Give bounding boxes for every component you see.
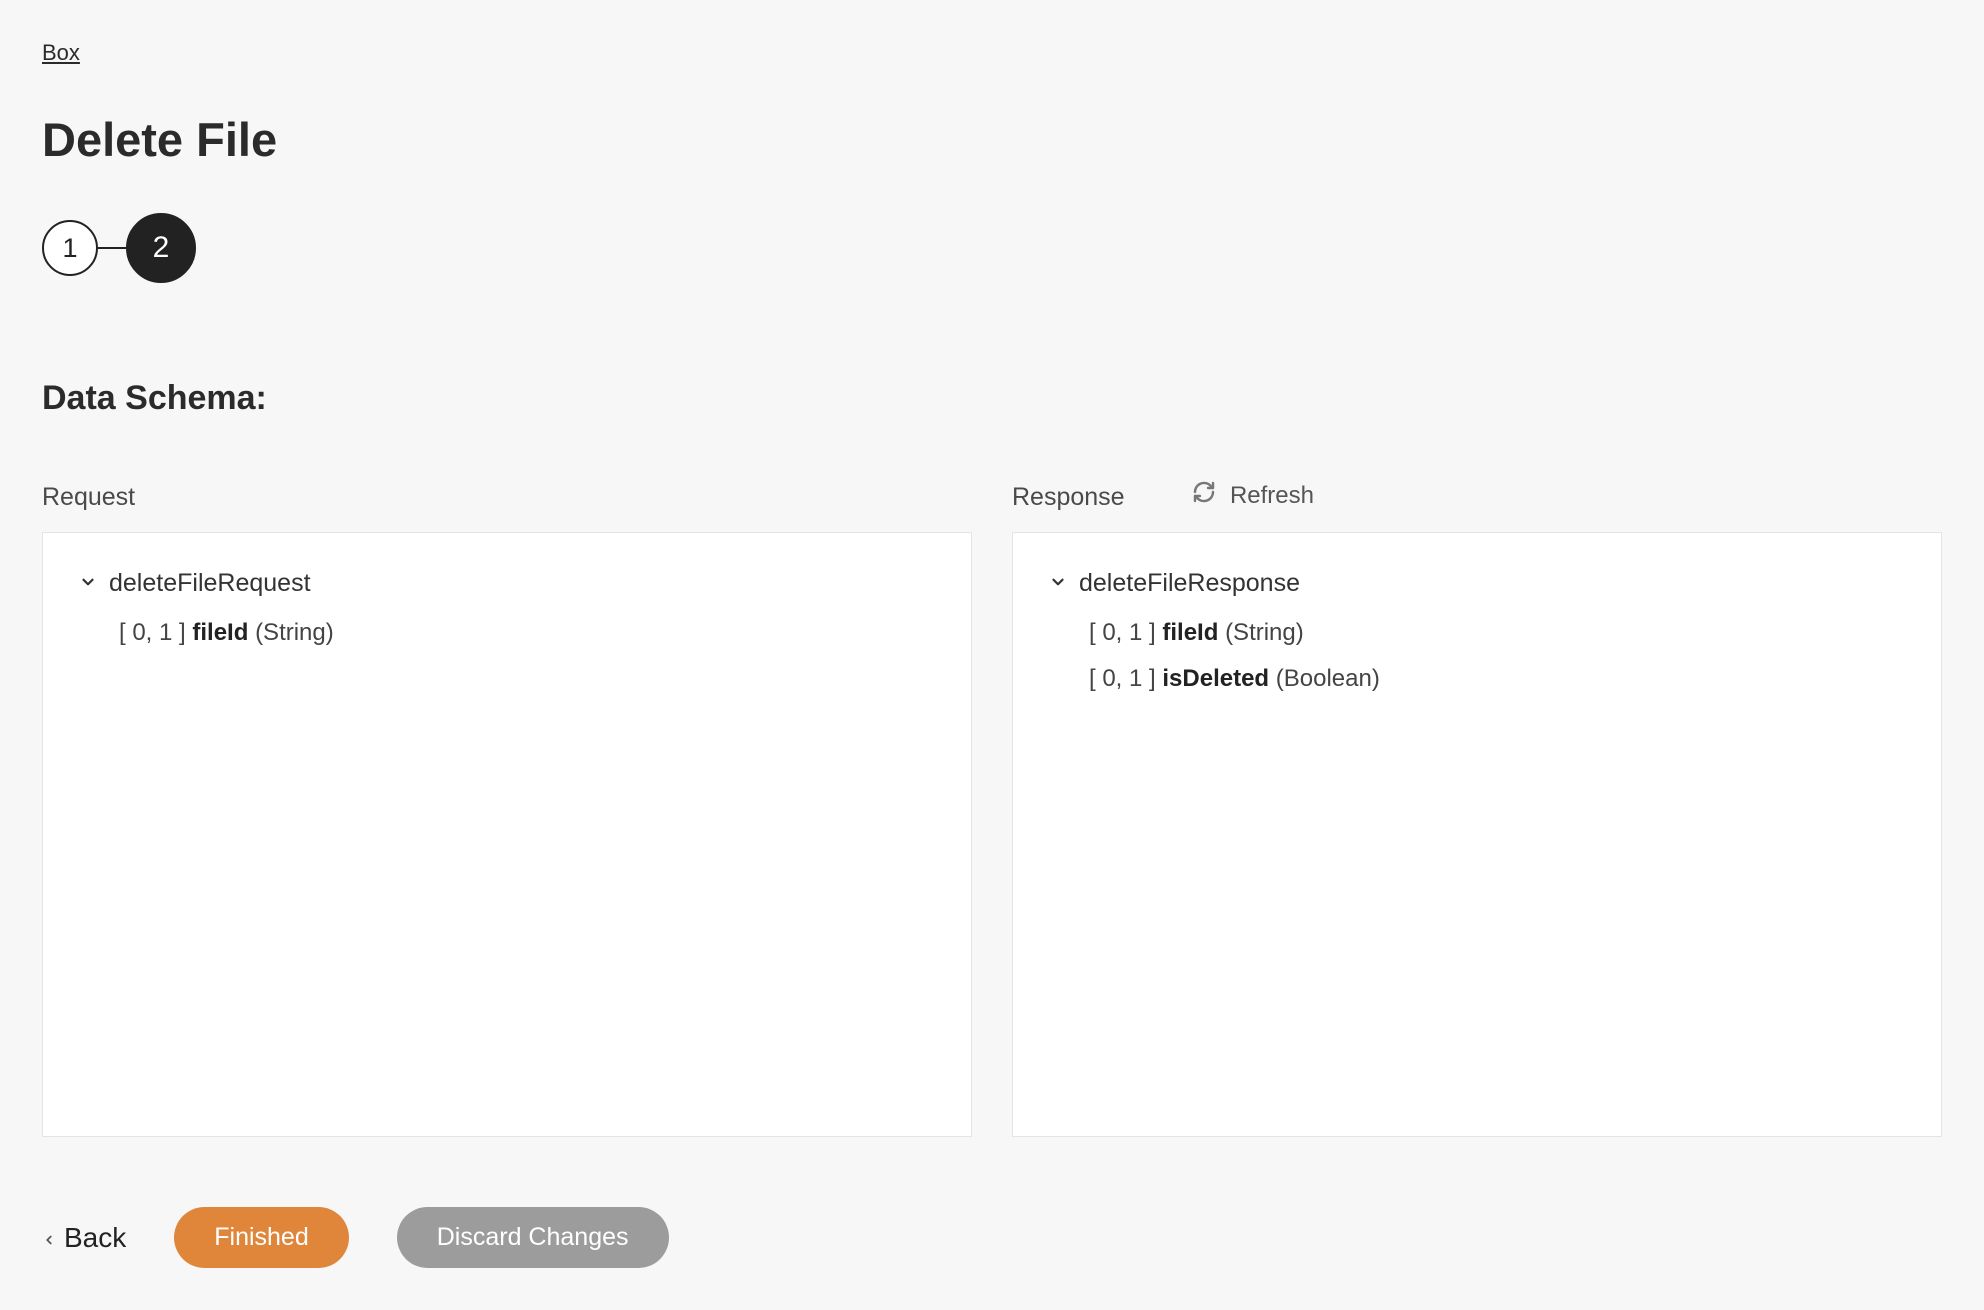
back-button[interactable]: Back bbox=[42, 1222, 126, 1254]
field-cardinality: [ 0, 1 ] bbox=[1089, 665, 1156, 692]
chevron-down-icon bbox=[79, 569, 97, 598]
field-type: (String) bbox=[255, 619, 334, 646]
response-label: Response bbox=[1012, 483, 1942, 512]
field-name: fileId bbox=[192, 619, 248, 646]
chevron-left-icon bbox=[42, 1222, 56, 1254]
discard-changes-button[interactable]: Discard Changes bbox=[397, 1207, 669, 1268]
field-cardinality: [ 0, 1 ] bbox=[1089, 619, 1156, 646]
response-root-label: deleteFileResponse bbox=[1079, 569, 1300, 598]
field-name: fileId bbox=[1162, 619, 1218, 646]
page-title: Delete File bbox=[42, 112, 1942, 167]
breadcrumb[interactable]: Box bbox=[42, 40, 80, 66]
request-label: Request bbox=[42, 483, 992, 512]
step-1[interactable]: 1 bbox=[42, 220, 98, 276]
response-field[interactable]: [ 0, 1 ] fileId (String) bbox=[1089, 610, 1905, 656]
step-2[interactable]: 2 bbox=[126, 213, 196, 283]
step-connector bbox=[98, 247, 126, 249]
request-root-label: deleteFileRequest bbox=[109, 569, 311, 598]
request-field[interactable]: [ 0, 1 ] fileId (String) bbox=[119, 610, 935, 656]
response-panel: deleteFileResponse [ 0, 1 ] fileId (Stri… bbox=[1012, 532, 1942, 1137]
request-root-node[interactable]: deleteFileRequest bbox=[79, 569, 935, 598]
back-label: Back bbox=[64, 1222, 126, 1254]
field-cardinality: [ 0, 1 ] bbox=[119, 619, 186, 646]
stepper: 1 2 bbox=[42, 213, 1942, 283]
request-panel: deleteFileRequest [ 0, 1 ] fileId (Strin… bbox=[42, 532, 972, 1137]
response-root-node[interactable]: deleteFileResponse bbox=[1049, 569, 1905, 598]
field-type: (String) bbox=[1225, 619, 1304, 646]
field-type: (Boolean) bbox=[1276, 665, 1380, 692]
response-field[interactable]: [ 0, 1 ] isDeleted (Boolean) bbox=[1089, 656, 1905, 702]
section-title-data-schema: Data Schema: bbox=[42, 379, 1942, 418]
finished-button[interactable]: Finished bbox=[174, 1207, 349, 1268]
chevron-down-icon bbox=[1049, 569, 1067, 598]
field-name: isDeleted bbox=[1162, 665, 1269, 692]
